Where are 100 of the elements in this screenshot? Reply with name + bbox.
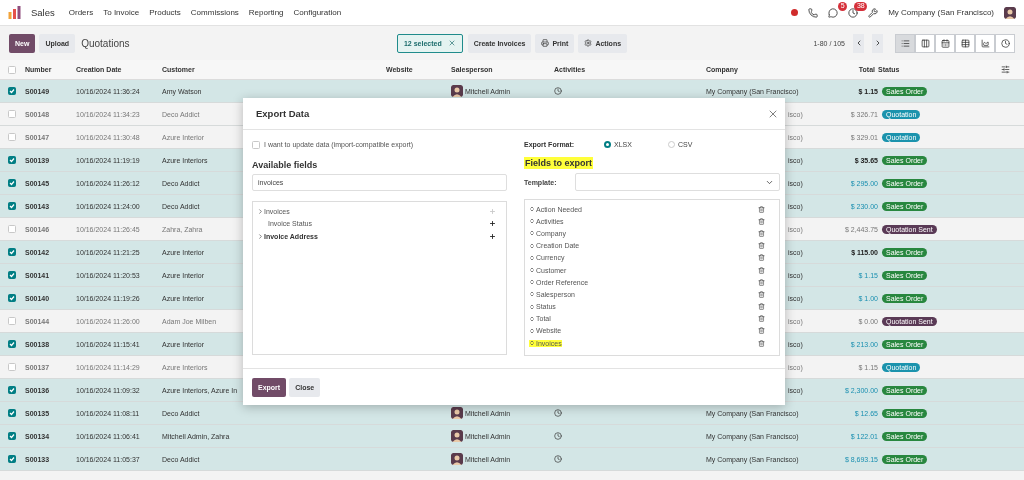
checkmark-icon [9, 180, 15, 186]
trash-icon [758, 217, 765, 225]
row-checkbox[interactable] [8, 202, 16, 210]
delete-button[interactable] [758, 254, 765, 262]
menu-item[interactable]: Orders [68, 8, 94, 17]
row-checkbox[interactable] [8, 133, 16, 141]
trash-icon [758, 339, 765, 347]
row-checkbox[interactable] [8, 317, 16, 325]
delete-button[interactable] [758, 205, 765, 213]
row-checkbox[interactable] [8, 179, 16, 187]
trash-icon [758, 229, 765, 237]
radio-button[interactable] [604, 141, 611, 148]
import-checkbox[interactable] [252, 140, 260, 149]
delete-button[interactable] [758, 339, 765, 347]
kanban-view-icon [920, 38, 930, 48]
checkmark-icon [9, 203, 15, 209]
page-title: Quotations [81, 37, 130, 49]
delete-button[interactable] [758, 315, 765, 323]
app-name[interactable]: Sales [31, 7, 55, 18]
row-checkbox[interactable] [8, 87, 16, 95]
delete-button[interactable] [758, 327, 765, 335]
dialog-title: Export Data [256, 108, 310, 119]
app-logo-icon [8, 6, 21, 19]
menu-item[interactable]: Reporting [248, 8, 284, 17]
plus-icon [489, 220, 496, 228]
checkmark-icon [9, 341, 15, 347]
delete-button[interactable] [758, 217, 765, 225]
checkmark-icon [9, 295, 15, 301]
row-checkbox[interactable] [8, 271, 16, 279]
delete-button[interactable] [758, 290, 765, 298]
calendar-icon [940, 38, 950, 48]
row-checkbox[interactable] [8, 294, 16, 302]
view-button[interactable] [955, 33, 975, 53]
delete-button[interactable] [758, 278, 765, 286]
row-checkbox[interactable] [8, 432, 16, 440]
trash-icon [758, 303, 765, 311]
status-dot-icon [791, 9, 799, 16]
chevron-right-icon[interactable] [257, 207, 264, 215]
chevron-right-icon[interactable] [257, 232, 264, 240]
table-icon [960, 38, 970, 48]
printer-icon [541, 39, 550, 47]
avatar-icon [451, 453, 463, 465]
menu-item[interactable]: Commissions [190, 8, 239, 17]
menu-item[interactable]: Products [149, 8, 181, 17]
trash-icon [758, 266, 765, 274]
section-heading: Available fields [252, 160, 319, 170]
close-icon[interactable] [447, 39, 456, 47]
clock-icon[interactable] [848, 7, 859, 18]
checkmark-icon [9, 157, 15, 163]
company-switcher[interactable]: My Company (San Francisco) [888, 8, 994, 17]
avatar-icon [451, 430, 463, 442]
avatar-icon [1004, 6, 1016, 19]
add-button[interactable] [489, 220, 496, 228]
view-button[interactable] [975, 33, 995, 53]
activity-clock-icon[interactable] [554, 409, 562, 417]
checkmark-icon [9, 456, 15, 462]
area-chart-icon [980, 38, 990, 48]
plus-icon [489, 207, 496, 215]
menu-item[interactable]: Configuration [293, 8, 342, 17]
view-button[interactable] [935, 33, 955, 53]
trash-icon [758, 278, 765, 286]
row-checkbox[interactable] [8, 455, 16, 463]
phone-icon[interactable] [808, 7, 819, 18]
column-settings-icon[interactable] [1001, 65, 1010, 74]
list-view-icon [900, 38, 910, 48]
row-checkbox[interactable] [8, 225, 16, 233]
add-button[interactable] [489, 232, 496, 240]
delete-button[interactable] [758, 303, 765, 311]
section-heading: Fields to export [524, 157, 593, 169]
row-checkbox[interactable] [8, 363, 16, 371]
activity-clock-icon[interactable] [554, 455, 562, 463]
activity-clock-icon[interactable] [554, 87, 562, 95]
activity-clock-icon[interactable] [554, 432, 562, 440]
checkmark-icon [9, 433, 15, 439]
gear-icon [584, 39, 593, 47]
row-checkbox[interactable] [8, 409, 16, 417]
avatar-icon [451, 407, 463, 419]
view-button[interactable] [895, 33, 915, 53]
row-checkbox[interactable] [8, 386, 16, 394]
chat-icon[interactable] [828, 7, 839, 18]
checkmark-icon [9, 249, 15, 255]
checkmark-icon [9, 272, 15, 278]
select-all-checkbox[interactable] [8, 65, 16, 74]
checkmark-icon [9, 410, 15, 416]
row-checkbox[interactable] [8, 340, 16, 348]
delete-button[interactable] [758, 266, 765, 274]
delete-button[interactable] [758, 242, 765, 250]
delete-button[interactable] [758, 229, 765, 237]
view-button[interactable] [915, 33, 935, 53]
view-button[interactable] [995, 33, 1015, 53]
trash-icon [758, 205, 765, 213]
row-checkbox[interactable] [8, 110, 16, 118]
row-checkbox[interactable] [8, 156, 16, 164]
tools-icon[interactable] [868, 7, 879, 18]
plus-icon [489, 232, 496, 240]
trash-icon [758, 254, 765, 262]
row-checkbox[interactable] [8, 248, 16, 256]
menu-item[interactable]: To Invoice [103, 8, 140, 17]
avatar-icon [451, 85, 463, 97]
trash-icon [758, 242, 765, 250]
